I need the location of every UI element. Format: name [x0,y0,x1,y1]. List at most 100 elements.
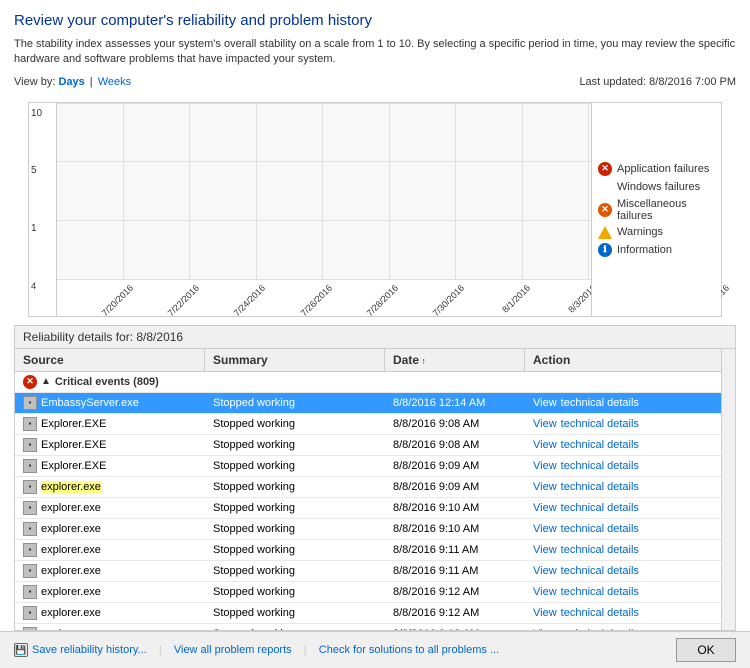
stability-chart[interactable]: 10 5 1 4 [28,102,722,317]
app-icon: ▪ [23,585,37,599]
legend-info-label: Information [617,244,672,256]
details-link[interactable]: technical details [561,439,639,451]
details-link[interactable]: technical details [561,628,639,630]
app-icon: ▪ [23,480,37,494]
summary-cell: Stopped working [205,477,385,497]
legend-win-failures-label: Windows failures [617,181,700,193]
critical-events-header: ✕ ▲ Critical events (809) [15,372,721,393]
date-cell: 8/8/2016 9:09 AM [385,456,525,476]
app-icon: ▪ [23,606,37,620]
main-window: Review your computer's reliability and p… [0,0,750,668]
source-cell: ▪ Explorer.EXE [15,435,205,455]
source-text: explorer.exe [41,607,101,619]
action-cell: View technical details [525,603,721,623]
critical-expand-btn[interactable]: ▲ [41,376,51,387]
footer-sep-1: | [159,643,162,657]
table-row[interactable]: ▪explorer.exeStopped working8/8/2016 9:1… [15,561,721,582]
view-link[interactable]: View [533,523,557,535]
source-text: Explorer.EXE [41,439,106,451]
y-label-tick: 4 [31,281,52,291]
view-link[interactable]: View [533,502,557,514]
y-label-5: 5 [31,165,52,176]
table-row[interactable]: ▪explorer.exeStopped working8/8/2016 9:1… [15,624,721,630]
summary-cell: Stopped working [205,519,385,539]
view-link[interactable]: View [533,565,557,577]
app-icon: ▪ [23,501,37,515]
table-row[interactable]: ▪explorer.exeStopped working8/8/2016 9:1… [15,540,721,561]
source-text: explorer.exe [41,523,101,535]
critical-action-cell [525,372,721,392]
source-cell: ▪explorer.exe [15,624,205,630]
view-link[interactable]: View [533,607,557,619]
th-summary[interactable]: Summary [205,349,385,371]
app-icon: ▪ [23,417,37,431]
source-text: Explorer.EXE [41,418,106,430]
check-solutions-link[interactable]: Check for solutions to all problems ... [319,644,499,656]
source-cell: ▪ explorer.exe [15,603,205,623]
summary-cell: Stopped working [205,414,385,434]
table-row[interactable]: ▪Explorer.EXEStopped working8/8/2016 9:0… [15,456,721,477]
table-row[interactable]: ▪explorer.exeStopped working8/8/2016 9:1… [15,498,721,519]
table-container[interactable]: Source Summary Date Action ✕ ▲ Critical … [15,349,721,630]
app-icon: ▪ [23,522,37,536]
view-link[interactable]: View [533,418,557,430]
details-link[interactable]: technical details [561,397,639,409]
view-reports-label: View all problem reports [174,644,292,656]
details-link[interactable]: technical details [561,607,639,619]
view-weeks-link[interactable]: Weeks [98,76,131,88]
action-cell: View technical details [525,393,721,413]
summary-cell: Stopped working [205,561,385,581]
table-row[interactable]: ▪explorer.exeStopped working8/8/2016 9:1… [15,603,721,624]
view-link[interactable]: View [533,460,557,472]
th-source[interactable]: Source [15,349,205,371]
action-cell: View technical details [525,477,721,497]
legend-orange-icon: ✕ [598,203,612,217]
view-link[interactable]: View [533,439,557,451]
ok-button[interactable]: OK [676,638,736,662]
view-by-controls: View by: Days | Weeks [14,76,131,88]
action-cell: View technical details [525,498,721,518]
view-link[interactable]: View [533,586,557,598]
details-link[interactable]: technical details [561,544,639,556]
date-cell: 8/8/2016 9:08 AM [385,435,525,455]
scrollbar[interactable] [721,349,735,630]
action-cell: View technical details [525,561,721,581]
details-link[interactable]: technical details [561,502,639,514]
date-cell: 8/8/2016 12:14 AM [385,393,525,413]
th-date[interactable]: Date [385,349,525,371]
details-link[interactable]: technical details [561,523,639,535]
details-link[interactable]: technical details [561,460,639,472]
chart-wrapper: 10 5 1 4 [14,102,736,317]
critical-cell: ✕ ▲ Critical events (809) [15,372,205,392]
save-reliability-link[interactable]: 💾 Save reliability history... [14,643,147,657]
source-cell: ▪ explorer.exe [15,519,205,539]
table-row[interactable]: ▪explorer.exeStopped working8/8/2016 9:0… [15,477,721,498]
view-link[interactable]: View [533,628,557,630]
table-row[interactable]: ▪explorer.exeStopped working8/8/2016 9:1… [15,582,721,603]
table-row[interactable]: ▪explorer.exeStopped working8/8/2016 9:1… [15,519,721,540]
header-description: The stability index assesses your system… [14,37,736,68]
app-icon: ▪ [23,396,37,410]
source-cell: ▪explorer.exe [15,582,205,602]
table-row[interactable]: ▪Explorer.EXEStopped working8/8/2016 9:0… [15,435,721,456]
view-link[interactable]: View [533,397,557,409]
details-link[interactable]: technical details [561,586,639,598]
table-row[interactable]: ▪Explorer.EXEStopped working8/8/2016 9:0… [15,414,721,435]
view-link[interactable]: View [533,481,557,493]
details-link[interactable]: technical details [561,418,639,430]
date-cell: 8/8/2016 9:12 AM [385,582,525,602]
details-link[interactable]: technical details [561,481,639,493]
view-days-link[interactable]: Days [58,76,84,88]
details-link[interactable]: technical details [561,565,639,577]
th-action[interactable]: Action [525,349,721,371]
action-cell: View technical details [525,582,721,602]
view-link[interactable]: View [533,544,557,556]
legend-app-failures: ✕ Application failures [598,162,715,176]
chart-legend: ✕ Application failures Windows failures … [591,103,721,316]
table-row[interactable]: ▪EmbassyServer.exeStopped working8/8/201… [15,393,721,414]
source-cell: ▪explorer.exe [15,561,205,581]
date-cell: 8/8/2016 9:09 AM [385,477,525,497]
view-reports-link[interactable]: View all problem reports [174,644,292,656]
app-icon: ▪ [23,438,37,452]
last-updated: Last updated: 8/8/2016 7:00 PM [579,76,736,88]
